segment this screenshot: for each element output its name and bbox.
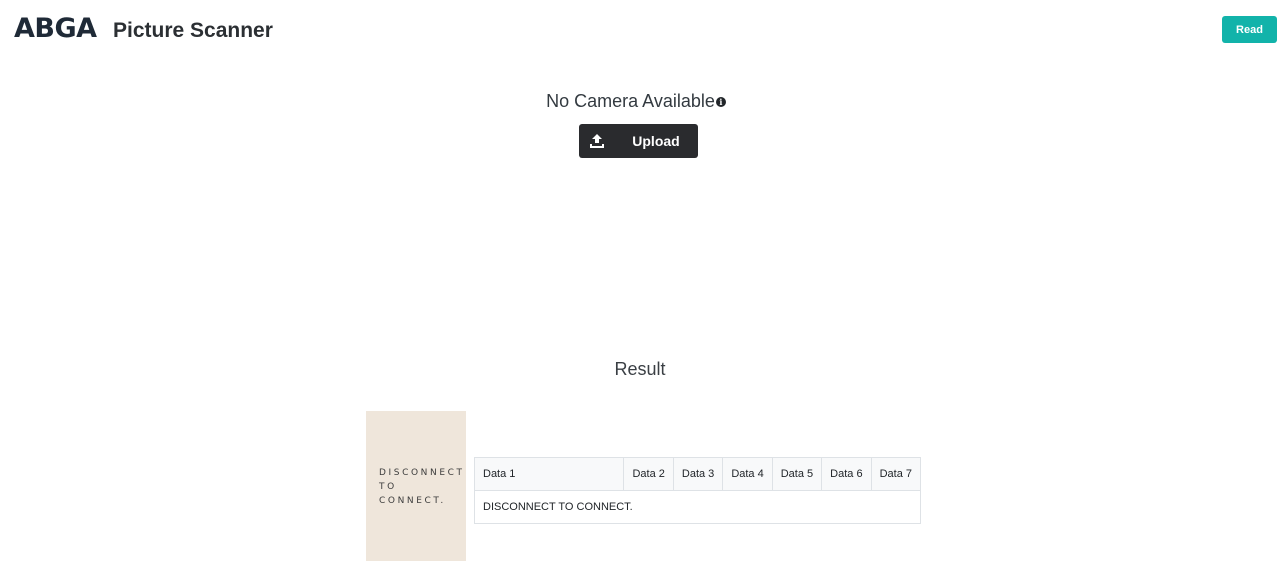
table-cell: DISCONNECT TO CONNECT. — [474, 490, 921, 524]
column-header-data-4: Data 4 — [722, 457, 773, 491]
upload-label: Upload — [632, 133, 680, 149]
page-title: Picture Scanner — [113, 19, 273, 42]
column-header-data-6: Data 6 — [821, 457, 872, 491]
result-preview-image: DISCONNECT TO CONNECT. — [366, 411, 466, 561]
upload-button[interactable]: Upload — [579, 124, 698, 158]
camera-status-text: No Camera Available — [546, 91, 715, 111]
brand-logo: ABGA — [14, 13, 97, 44]
header: ABGA Picture Scanner Read — [0, 0, 1280, 60]
column-header-data-2: Data 2 — [623, 457, 674, 491]
info-circle-icon[interactable]: i — [715, 97, 726, 107]
table-row: DISCONNECT TO CONNECT. — [474, 490, 921, 524]
result-heading: Result — [614, 359, 666, 379]
picture-scanner-app: ABGA Picture Scanner Read No Camera Avai… — [0, 0, 1280, 575]
column-header-data-5: Data 5 — [771, 457, 823, 491]
result-table: Data 1 Data 2 Data 3 Data 4 Data 5 Data … — [473, 457, 922, 524]
column-header-data-7: Data 7 — [870, 457, 922, 491]
upload-icon — [590, 134, 604, 148]
column-header-data-3: Data 3 — [672, 457, 724, 491]
table-header-row: Data 1 Data 2 Data 3 Data 4 Data 5 Data … — [473, 457, 922, 491]
preview-text: DISCONNECT TO CONNECT. — [379, 468, 465, 506]
camera-status: No Camera Available i — [0, 89, 1272, 113]
read-button[interactable]: Read — [1222, 16, 1277, 43]
column-header-data-1: Data 1 — [473, 457, 625, 491]
